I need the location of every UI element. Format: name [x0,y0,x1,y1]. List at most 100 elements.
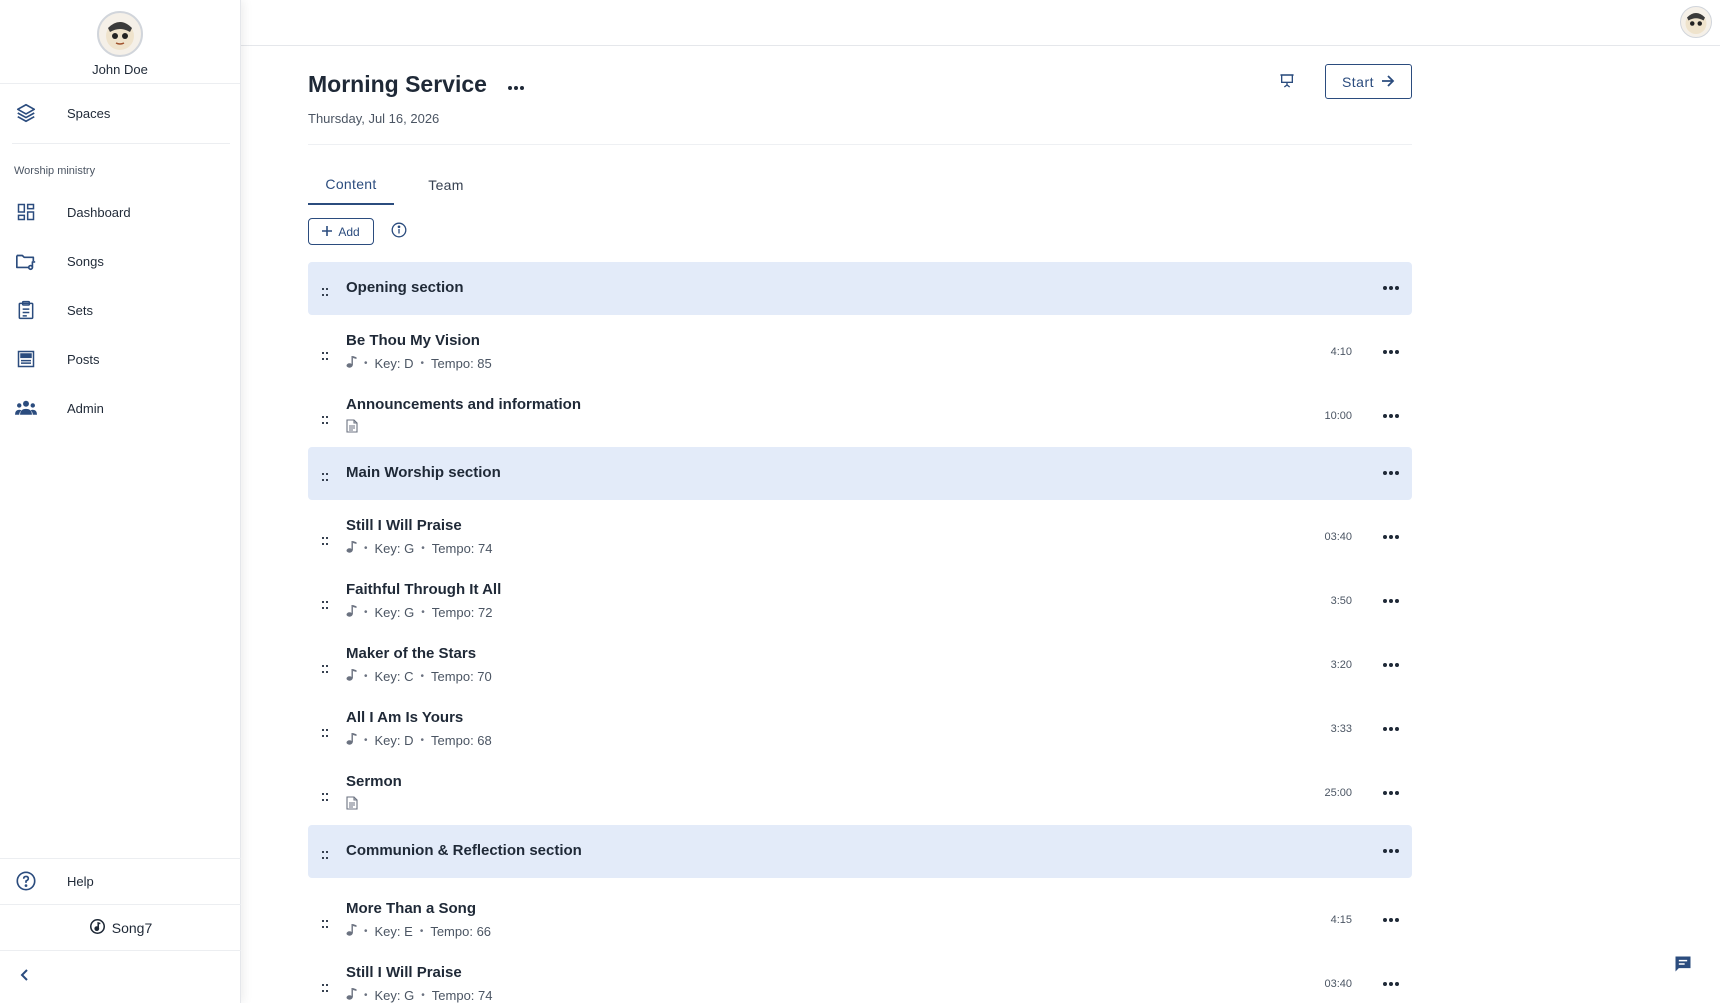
drag-handle-icon[interactable] [322,469,330,481]
main-content: Morning Service Thursday, Jul 16, 2026 S… [308,46,1412,1003]
sidebar-item-dashboard[interactable]: Dashboard [0,192,241,232]
row-more-button[interactable] [1379,843,1403,859]
separator-dot: • [419,925,424,937]
row-more-button[interactable] [1379,529,1403,545]
item-duration: 3:33 [1330,723,1352,735]
sidebar: John Doe Spaces Worship ministry Dashboa… [0,0,241,1003]
document-row[interactable]: Sermon 25:00 [308,761,1412,825]
tab-label: Content [325,176,377,192]
start-button[interactable]: Start [1325,64,1412,99]
drag-handle-icon[interactable] [322,533,330,545]
row-more-button[interactable] [1379,593,1403,609]
start-button-label: Start [1341,73,1375,90]
brand-name: Song7 [111,920,153,936]
collapse-sidebar-button[interactable] [14,966,36,988]
section-header[interactable]: Main Worship section [308,447,1412,500]
sidebar-item-help[interactable]: Help [0,861,241,901]
item-duration: 3:50 [1330,595,1352,607]
section-header[interactable]: Communion & Reflection section [308,825,1412,878]
song-key: Key: D [374,355,414,371]
item-duration: 3:20 [1330,659,1352,671]
sidebar-item-label: Sets [67,302,94,318]
document-icon [346,796,358,813]
music-note-icon [346,923,357,939]
user-avatar[interactable] [97,11,143,57]
song-key: Key: G [374,540,415,556]
drag-handle-icon[interactable] [322,661,330,673]
song-row[interactable]: Be Thou My Vision • Key: D • Tempo: 85 4:10 [308,320,1412,384]
music-note-icon [346,604,357,620]
item-title[interactable]: Maker of the Stars [346,645,476,662]
item-title[interactable]: Sermon [346,773,402,790]
account-avatar[interactable] [1680,6,1712,38]
sidebar-item-label: Posts [67,351,100,367]
item-title[interactable]: More Than a Song [346,900,476,917]
row-more-button[interactable] [1379,912,1403,928]
app-root: John Doe Spaces Worship ministry Dashboa… [0,0,1720,1003]
item-duration: 03:40 [1324,978,1352,990]
item-title[interactable]: Still I Will Praise [346,517,462,534]
dashboard-icon [15,201,37,223]
add-item-button[interactable]: Add [308,218,374,245]
present-button[interactable] [1274,70,1300,96]
separator-dot: • [364,989,368,1001]
info-button[interactable] [391,222,407,240]
song-row[interactable]: Still I Will Praise • Key: G • Tempo: 74 03:4… [308,952,1412,1003]
drag-handle-icon[interactable] [322,597,330,609]
song-row[interactable]: Maker of the Stars • Key: C • Tempo: 70 3:20 [308,633,1412,697]
more-horizontal-icon [508,86,524,90]
more-horizontal-icon [1383,982,1399,986]
song-row[interactable]: All I Am Is Yours • Key: D • Tempo: 68 3:33 [308,697,1412,761]
chat-icon [1673,954,1693,979]
chat-button[interactable] [1672,955,1694,977]
item-title[interactable]: Announcements and information [346,396,581,413]
drag-handle-icon[interactable] [322,284,330,296]
more-horizontal-icon [1383,414,1399,418]
sidebar-item-spaces[interactable]: Spaces [0,93,241,133]
song-row[interactable]: More Than a Song • Key: E • Tempo: 66 4:15 [308,888,1412,952]
row-more-button[interactable] [1379,344,1403,360]
sidebar-item-songs[interactable]: Songs [0,241,241,281]
item-title[interactable]: Be Thou My Vision [346,332,480,349]
title-more-button[interactable] [504,80,528,96]
drag-handle-icon[interactable] [322,725,330,737]
song-tempo: Tempo: 72 [431,604,493,620]
item-duration: 10:00 [1324,410,1352,422]
row-more-button[interactable] [1379,976,1403,992]
arrow-right-icon [1381,74,1395,90]
item-title[interactable]: All I Am Is Yours [346,709,463,726]
sidebar-item-admin[interactable]: Admin [0,388,241,428]
row-more-button[interactable] [1379,785,1403,801]
tab-content[interactable]: Content [308,165,394,205]
section-header[interactable]: Opening section [308,262,1412,315]
drag-handle-icon[interactable] [322,412,330,424]
drag-handle-icon[interactable] [322,847,330,859]
item-meta: • Key: G • Tempo: 74 [346,540,492,556]
drag-handle-icon[interactable] [322,789,330,801]
drag-handle-icon[interactable] [322,348,330,360]
row-more-button[interactable] [1379,657,1403,673]
separator-dot: • [364,542,368,554]
song-row[interactable]: Faithful Through It All • Key: G • Tempo: 72… [308,569,1412,633]
song-row[interactable]: Still I Will Praise • Key: G • Tempo: 74 03:4… [308,505,1412,569]
item-title[interactable]: Faithful Through It All [346,581,501,598]
separator-dot: • [420,734,425,746]
row-more-button[interactable] [1379,721,1403,737]
row-more-button[interactable] [1379,465,1403,481]
item-title[interactable]: Still I Will Praise [346,964,462,981]
section-title: Communion & Reflection section [346,842,582,859]
more-horizontal-icon [1383,663,1399,667]
drag-handle-icon[interactable] [322,980,330,992]
document-row[interactable]: Announcements and information 10:00 [308,384,1412,448]
separator-dot: • [421,989,425,1001]
sidebar-item-label: Dashboard [67,204,131,220]
more-horizontal-icon [1383,599,1399,603]
row-more-button[interactable] [1379,408,1403,424]
separator-dot: • [421,606,425,618]
drag-handle-icon[interactable] [322,916,330,928]
tab-team[interactable]: Team [404,165,488,205]
sidebar-item-sets[interactable]: Sets [0,290,241,330]
help-icon [15,870,37,892]
row-more-button[interactable] [1379,280,1403,296]
sidebar-item-posts[interactable]: Posts [0,339,241,379]
